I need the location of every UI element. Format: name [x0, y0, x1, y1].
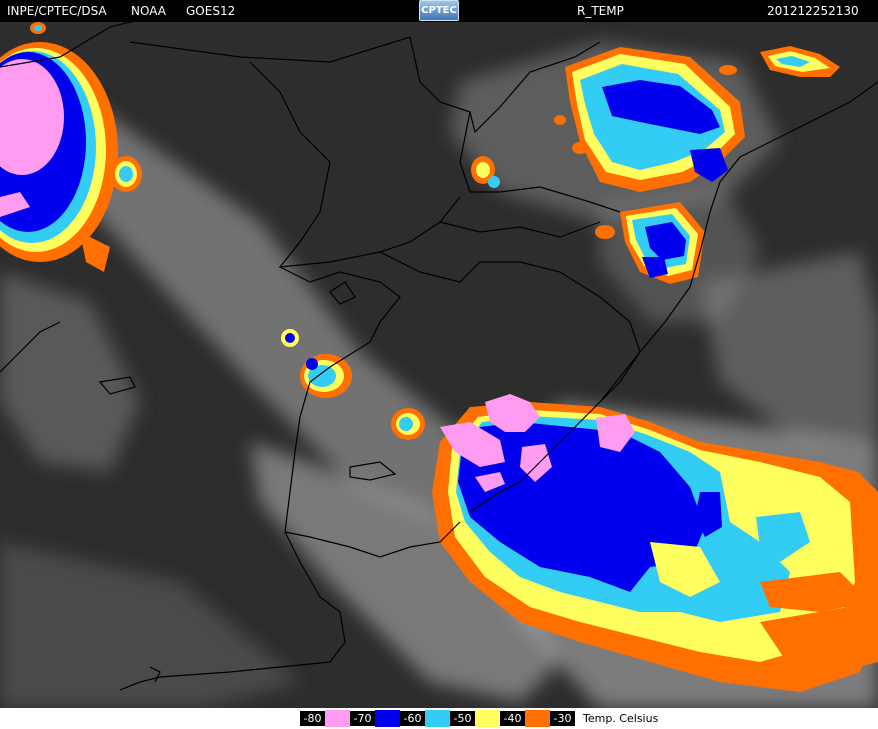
source-label: INPE/CPTEC/DSA	[7, 4, 107, 18]
legend-unit: Temp. Celsius	[583, 712, 659, 725]
legend-swatch-2	[425, 710, 450, 727]
legend-label-0: -80	[300, 711, 325, 726]
temperature-legend: -80 -70 -60 -50 -40 -30 Temp. Celsius	[0, 708, 878, 729]
legend-swatch-1	[375, 710, 400, 727]
legend-swatch-3	[475, 710, 500, 727]
legend-swatch-4	[525, 710, 550, 727]
map-svg	[0, 22, 878, 708]
header-bar: INPE/CPTEC/DSA NOAA GOES12 CPTEC R_TEMP …	[0, 0, 878, 22]
timestamp-label: 201212252130	[767, 4, 859, 18]
product-label: R_TEMP	[577, 4, 624, 18]
legend-label-5: -30	[550, 711, 575, 726]
satellite-label: GOES12	[186, 4, 236, 18]
cptec-logo: CPTEC	[419, 0, 459, 21]
legend-label-3: -50	[450, 711, 475, 726]
legend-swatch-0	[325, 710, 350, 727]
legend-label-2: -60	[400, 711, 425, 726]
legend-label-4: -40	[500, 711, 525, 726]
satellite-image-frame: INPE/CPTEC/DSA NOAA GOES12 CPTEC R_TEMP …	[0, 0, 878, 729]
agency-label: NOAA	[131, 4, 166, 18]
legend-label-1: -70	[350, 711, 375, 726]
map-view	[0, 22, 878, 708]
